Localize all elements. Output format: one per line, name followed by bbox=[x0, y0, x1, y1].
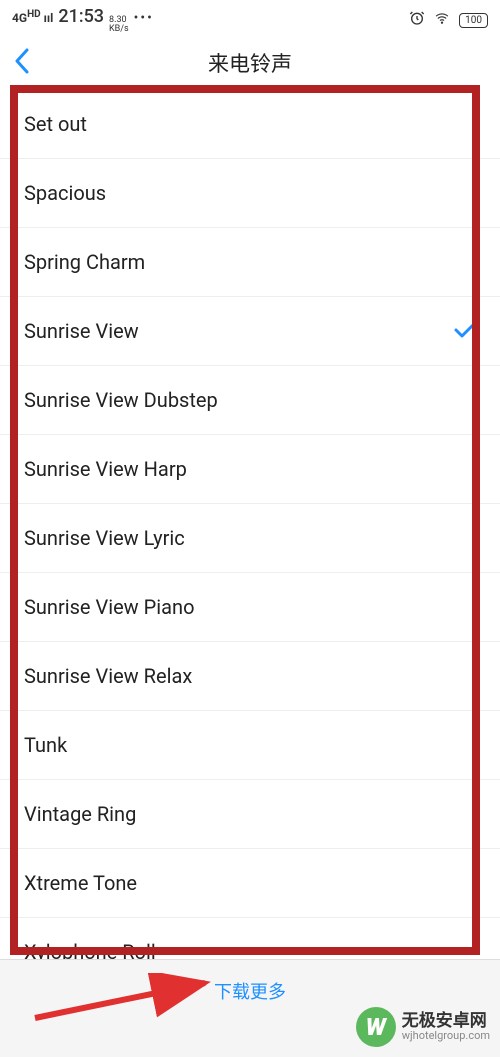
battery-icon: 100 bbox=[459, 13, 488, 28]
status-left: 4GHD ııl 21:53 8.30 KB/s ••• bbox=[12, 6, 154, 34]
ringtone-list[interactable]: Set out Spacious Spring Charm Sunrise View S… bbox=[0, 90, 500, 987]
ringtone-item[interactable]: Sunrise View bbox=[0, 297, 500, 366]
status-time: 21:53 bbox=[58, 6, 104, 27]
ringtone-item[interactable]: Sunrise View Lyric bbox=[0, 504, 500, 573]
alarm-icon bbox=[409, 10, 425, 30]
more-icon: ••• bbox=[134, 10, 154, 26]
ringtone-label: Sunrise View Lyric bbox=[24, 526, 185, 550]
status-right: 100 bbox=[409, 10, 488, 30]
watermark: W 无极安卓网 wjhotelgroup.com bbox=[356, 1007, 490, 1047]
ringtone-label: Tunk bbox=[24, 733, 67, 757]
ringtone-label: Vintage Ring bbox=[24, 802, 136, 826]
back-button[interactable] bbox=[14, 48, 30, 78]
ringtone-item[interactable]: Xtreme Tone bbox=[0, 849, 500, 918]
download-more-link[interactable]: 下载更多 bbox=[214, 982, 286, 1003]
network-speed: 8.30 KB/s bbox=[109, 16, 129, 34]
ringtone-item[interactable]: Spring Charm bbox=[0, 228, 500, 297]
watermark-title: 无极安卓网 bbox=[402, 1012, 490, 1031]
watermark-url: wjhotelgroup.com bbox=[402, 1030, 490, 1042]
ringtone-item[interactable]: Sunrise View Piano bbox=[0, 573, 500, 642]
ringtone-label: Sunrise View Relax bbox=[24, 664, 192, 688]
signal-icon: 4GHD ııl bbox=[12, 9, 53, 25]
ringtone-label: Sunrise View bbox=[24, 319, 139, 343]
page-title: 来电铃声 bbox=[14, 48, 486, 78]
ringtone-item[interactable]: Tunk bbox=[0, 711, 500, 780]
wifi-icon bbox=[433, 11, 451, 29]
ringtone-label: Spring Charm bbox=[24, 250, 145, 274]
nav-bar: 来电铃声 bbox=[0, 36, 500, 90]
ringtone-item[interactable]: Spacious bbox=[0, 159, 500, 228]
ringtone-item[interactable]: Set out bbox=[0, 90, 500, 159]
ringtone-label: Sunrise View Dubstep bbox=[24, 388, 218, 412]
ringtone-item[interactable]: Sunrise View Harp bbox=[0, 435, 500, 504]
ringtone-item[interactable]: Sunrise View Relax bbox=[0, 642, 500, 711]
annotation-arrow bbox=[30, 973, 220, 1027]
check-icon bbox=[454, 319, 476, 343]
ringtone-item[interactable]: Sunrise View Dubstep bbox=[0, 366, 500, 435]
status-bar: 4GHD ııl 21:53 8.30 KB/s ••• 100 bbox=[0, 0, 500, 36]
watermark-text: 无极安卓网 wjhotelgroup.com bbox=[402, 1012, 490, 1043]
ringtone-item[interactable]: Vintage Ring bbox=[0, 780, 500, 849]
ringtone-label: Set out bbox=[24, 112, 87, 136]
ringtone-label: Xtreme Tone bbox=[24, 871, 137, 895]
ringtone-label: Spacious bbox=[24, 181, 106, 205]
watermark-logo-icon: W bbox=[356, 1007, 396, 1047]
ringtone-label: Sunrise View Piano bbox=[24, 595, 194, 619]
ringtone-label: Sunrise View Harp bbox=[24, 457, 187, 481]
